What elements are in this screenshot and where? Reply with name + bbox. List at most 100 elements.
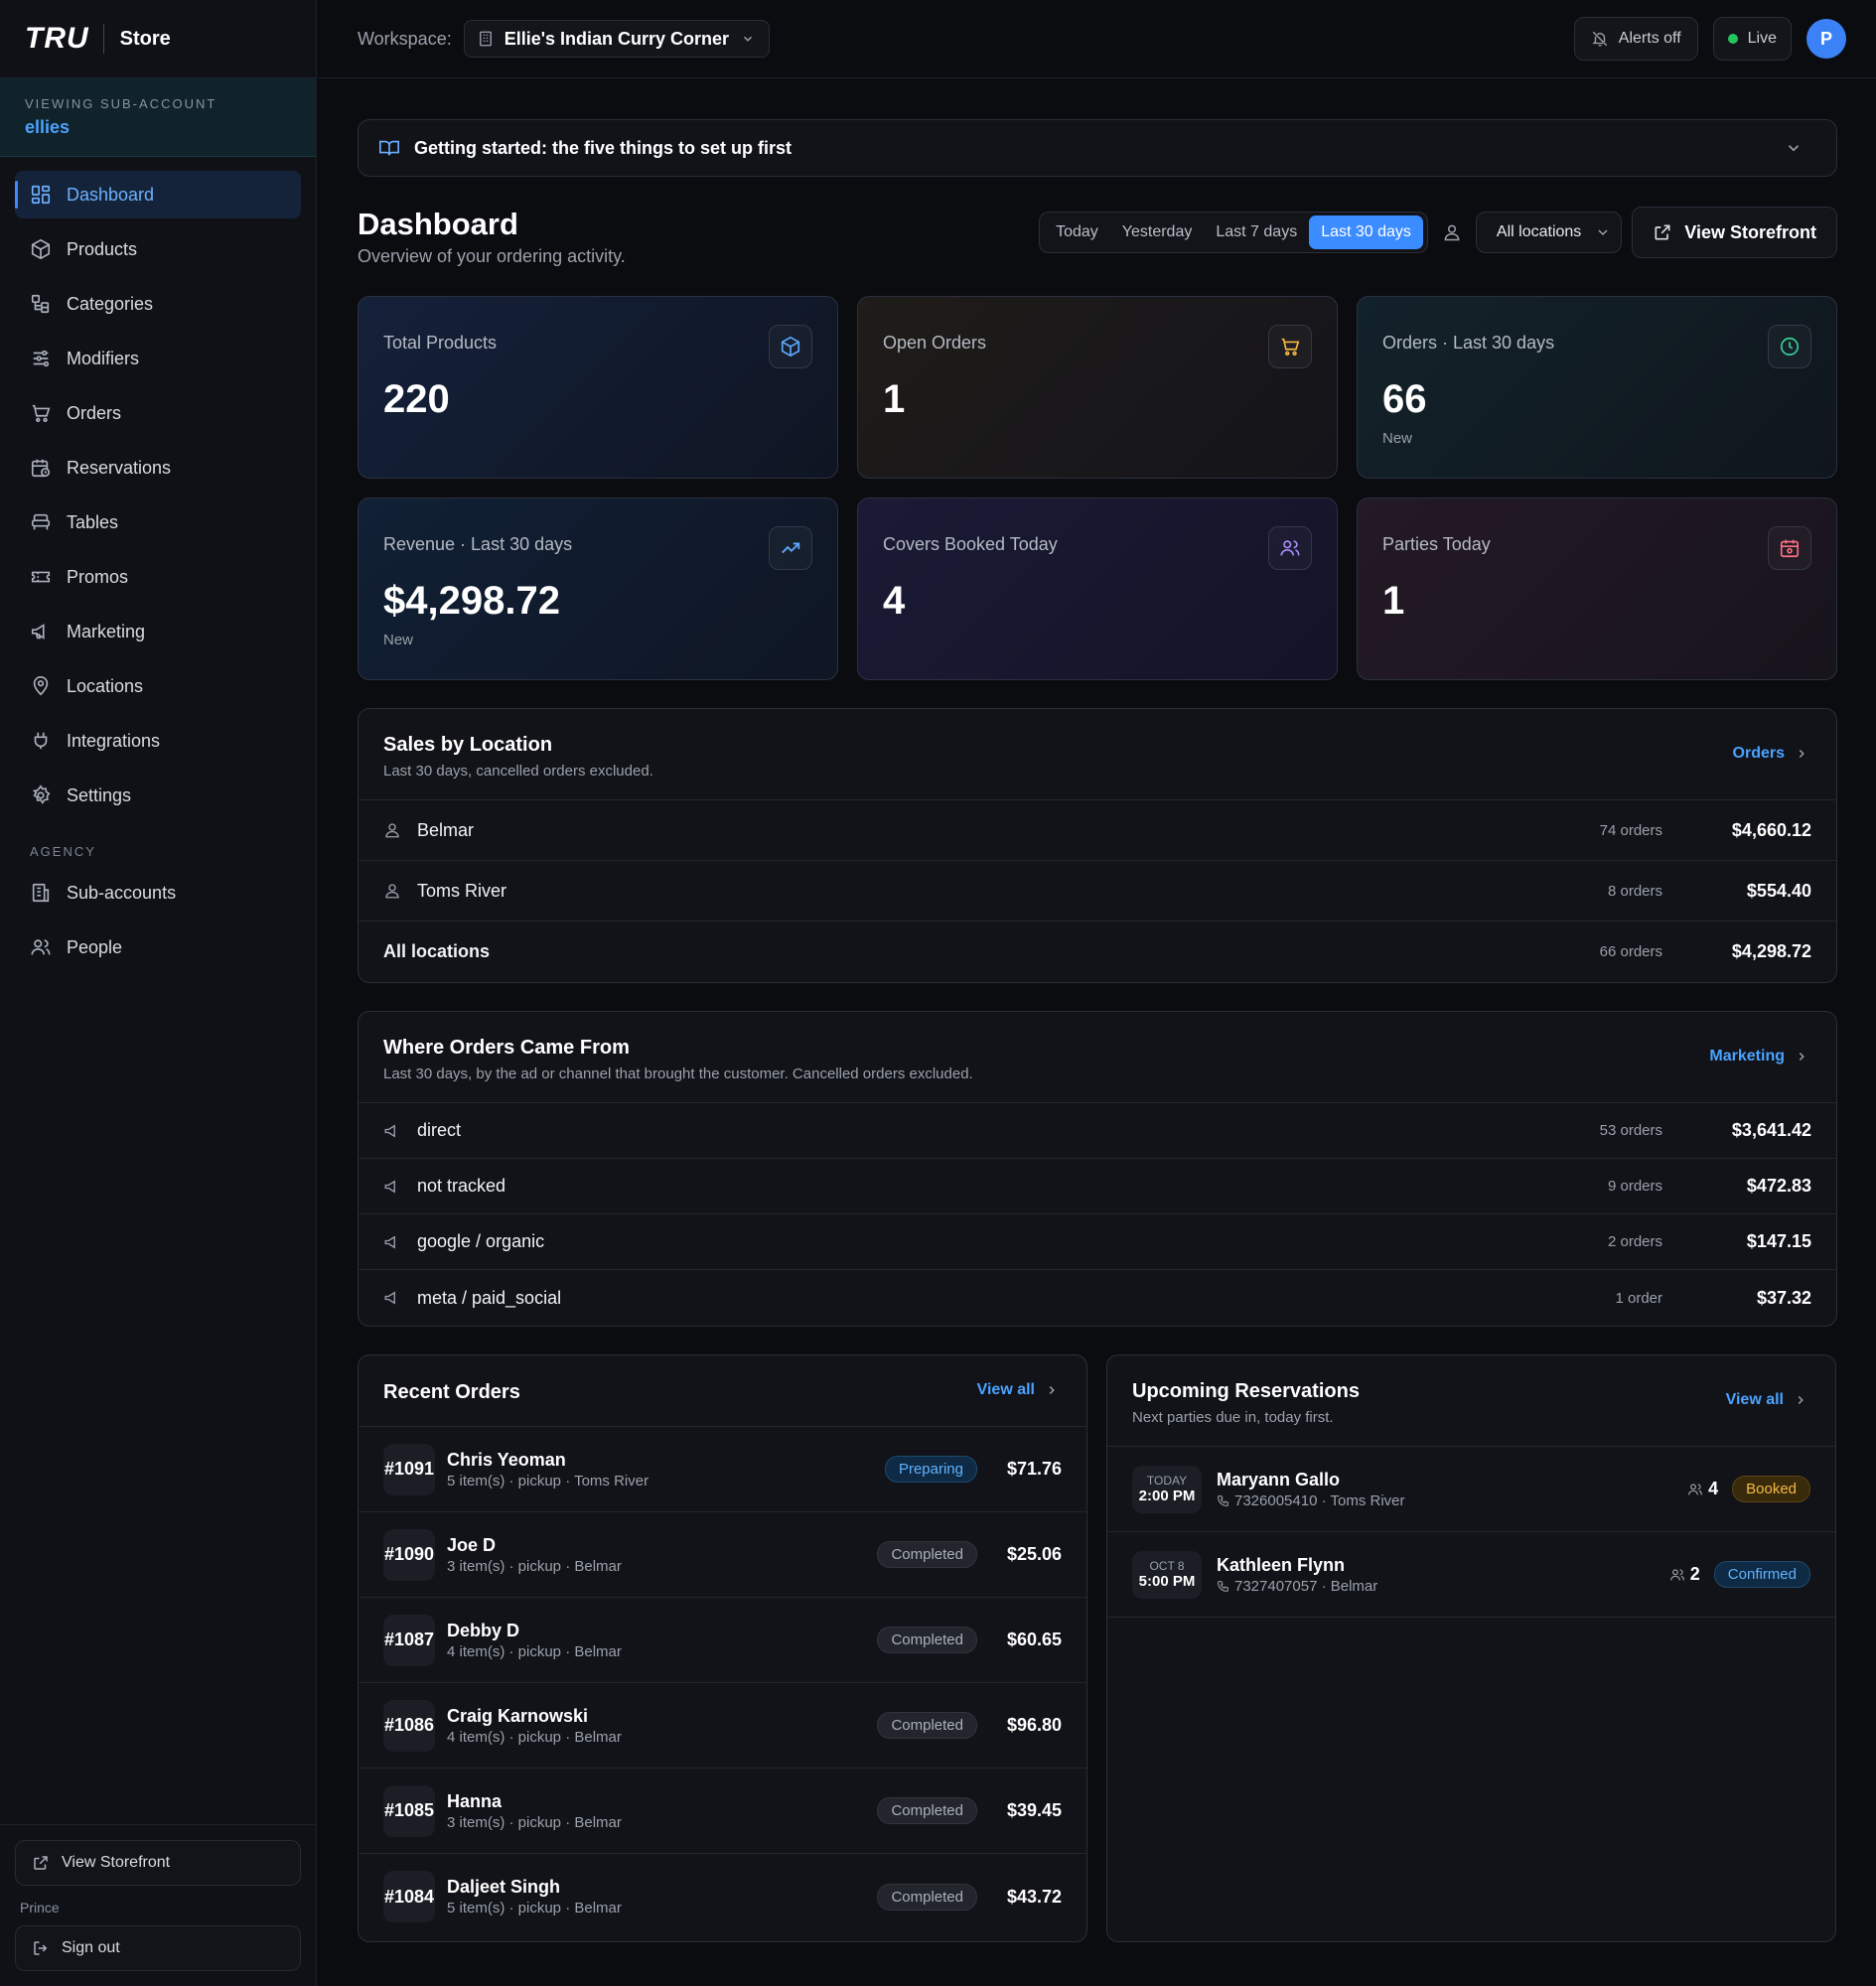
nav-item-sub-accounts[interactable]: Sub-accounts	[15, 869, 301, 917]
status-badge: Completed	[877, 1883, 977, 1911]
stat-card-total-products[interactable]: Total Products 220	[358, 296, 838, 479]
reservation-contact: 7326005410 · Toms River	[1234, 1491, 1405, 1509]
stat-card-covers-booked-today[interactable]: Covers Booked Today 4	[857, 497, 1338, 680]
customer-name: Joe D	[447, 1534, 497, 1555]
order-meta: 4 item(s) · pickup · Belmar	[447, 1728, 622, 1746]
status-badge: Completed	[877, 1712, 977, 1739]
view-storefront-button[interactable]: View Storefront	[1632, 207, 1837, 258]
reservation-row[interactable]: OCT 8 5:00 PM Kathleen Flynn 7327407057 …	[1107, 1532, 1835, 1618]
link-label: View all	[976, 1381, 1035, 1398]
users-icon	[30, 936, 52, 958]
stat-value: 1	[1382, 579, 1405, 623]
chevron-down-icon[interactable]	[1785, 139, 1803, 157]
order-count: 8 orders	[1607, 882, 1662, 900]
order-row[interactable]: #1086 Craig Karnowski 4 item(s) · pickup…	[359, 1683, 1086, 1769]
view-all-orders-link[interactable]: View all	[977, 1381, 1059, 1399]
getting-started-banner[interactable]: Getting started: the five things to set …	[358, 119, 1837, 177]
nav-item-reservations[interactable]: Reservations	[15, 444, 301, 492]
view-all-reservations-link[interactable]: View all	[1726, 1391, 1807, 1409]
nav-item-dashboard[interactable]: Dashboard	[15, 171, 301, 218]
range-last-30-days[interactable]: Last 30 days	[1309, 215, 1423, 249]
sidebar-footer: View Storefront Prince Sign out	[0, 1824, 316, 1971]
order-number: #1087	[383, 1614, 435, 1666]
nav-item-marketing[interactable]: Marketing	[15, 608, 301, 655]
ticket-icon	[30, 566, 52, 588]
sales-amount: $4,298.72	[1731, 941, 1811, 961]
status-badge: Booked	[1732, 1476, 1810, 1502]
nav-item-modifiers[interactable]: Modifiers	[15, 335, 301, 382]
stat-card-open-orders[interactable]: Open Orders 1	[857, 296, 1338, 479]
order-total: $39.45	[1006, 1800, 1062, 1820]
orders-link[interactable]: Orders	[1733, 745, 1808, 763]
stat-label: Orders · Last 30 days	[1382, 333, 1555, 353]
customer-name: Chris Yeoman	[447, 1449, 566, 1470]
sign-out-icon	[32, 1939, 50, 1957]
nav-item-categories[interactable]: Categories	[15, 280, 301, 328]
source-amount: $147.15	[1746, 1231, 1811, 1251]
range-today[interactable]: Today	[1044, 215, 1110, 249]
stat-card-orders-30-days[interactable]: Orders · Last 30 days 66 New	[1357, 296, 1837, 479]
party-size: 2	[1669, 1564, 1700, 1585]
source-row[interactable]: direct 53 orders $3,641.42	[359, 1103, 1836, 1159]
order-row[interactable]: #1090 Joe D 3 item(s) · pickup · Belmar …	[359, 1512, 1086, 1598]
link-label: Orders	[1732, 745, 1785, 762]
guest-name: Maryann Gallo	[1217, 1469, 1341, 1490]
source-row[interactable]: not tracked 9 orders $472.83	[359, 1159, 1836, 1214]
stat-card-revenue-30-days[interactable]: Revenue · Last 30 days $4,298.72 New	[358, 497, 838, 680]
source-row[interactable]: google / organic 2 orders $147.15	[359, 1214, 1836, 1270]
nav-item-promos[interactable]: Promos	[15, 553, 301, 601]
nav-item-integrations[interactable]: Integrations	[15, 717, 301, 765]
marketing-link[interactable]: Marketing	[1709, 1048, 1808, 1065]
nav-item-people[interactable]: People	[15, 923, 301, 971]
nav-label: Integrations	[67, 730, 161, 751]
order-number: #1084	[383, 1871, 435, 1922]
range-last-7-days[interactable]: Last 7 days	[1204, 215, 1309, 249]
reservation-meta: 7326005410 · Toms River	[1217, 1492, 1687, 1509]
user-avatar[interactable]: P	[1806, 19, 1846, 59]
order-total: $96.80	[1006, 1715, 1062, 1735]
reservation-row[interactable]: TODAY 2:00 PM Maryann Gallo 7326005410 ·…	[1107, 1447, 1835, 1532]
upcoming-reservations-card: Upcoming Reservations Next parties due i…	[1106, 1354, 1836, 1942]
sliders-icon	[30, 348, 52, 369]
workspace-select[interactable]: Ellie's Indian Curry Corner	[463, 20, 771, 58]
sign-out-button[interactable]: Sign out	[15, 1925, 301, 1971]
reservation-info: Maryann Gallo 7326005410 · Toms River	[1217, 1470, 1687, 1509]
sidebar-view-storefront-button[interactable]: View Storefront	[15, 1840, 301, 1886]
location-row[interactable]: Toms River 8 orders $554.40	[359, 861, 1836, 922]
reservation-day: TODAY	[1146, 1474, 1188, 1488]
sales-by-location-card: Sales by Location Last 30 days, cancelle…	[358, 708, 1837, 983]
stat-note: New	[383, 632, 414, 648]
stats-grid: Total Products 220 Open Orders 1 Orders …	[358, 296, 1837, 680]
nav-item-orders[interactable]: Orders	[15, 389, 301, 437]
stat-icon-wrap	[769, 526, 812, 570]
order-sources-card: Where Orders Came From Last 30 days, by …	[358, 1011, 1837, 1327]
nav-item-tables[interactable]: Tables	[15, 498, 301, 546]
nav-item-products[interactable]: Products	[15, 225, 301, 273]
source-amount: $37.32	[1756, 1287, 1811, 1308]
customer-name: Craig Karnowski	[447, 1705, 589, 1726]
nav-item-settings[interactable]: Settings	[15, 772, 301, 819]
stat-card-parties-today[interactable]: Parties Today 1	[1357, 497, 1837, 680]
order-row[interactable]: #1084 Daljeet Singh 5 item(s) · pickup ·…	[359, 1854, 1086, 1939]
card-header: Sales by Location Last 30 days, cancelle…	[359, 709, 1836, 800]
trending-up-icon	[780, 537, 801, 559]
source-name: direct	[417, 1120, 462, 1140]
order-count: 9 orders	[1607, 1178, 1662, 1195]
order-row[interactable]: #1085 Hanna 3 item(s) · pickup · Belmar …	[359, 1769, 1086, 1854]
users-icon	[1669, 1567, 1685, 1583]
order-row[interactable]: #1087 Debby D 4 item(s) · pickup · Belma…	[359, 1598, 1086, 1683]
subaccount-name[interactable]: ellies	[25, 117, 291, 138]
brand[interactable]: TRU Store	[0, 0, 316, 78]
range-yesterday[interactable]: Yesterday	[1110, 215, 1205, 249]
live-status[interactable]: Live	[1712, 17, 1792, 61]
brand-logo[interactable]: TRU	[25, 22, 89, 56]
source-row[interactable]: meta / paid_social 1 order $37.32	[359, 1270, 1836, 1326]
card-title: Sales by Location	[383, 734, 553, 756]
status-badge: Preparing	[884, 1456, 977, 1483]
card-subtitle: Last 30 days, cancelled orders excluded.	[383, 763, 653, 780]
location-select[interactable]: All locations	[1475, 212, 1623, 253]
nav-item-locations[interactable]: Locations	[15, 662, 301, 710]
alerts-toggle[interactable]: Alerts off	[1573, 17, 1698, 61]
location-row[interactable]: Belmar 74 orders $4,660.12	[359, 800, 1836, 861]
order-row[interactable]: #1091 Chris Yeoman 5 item(s) · pickup · …	[359, 1427, 1086, 1512]
